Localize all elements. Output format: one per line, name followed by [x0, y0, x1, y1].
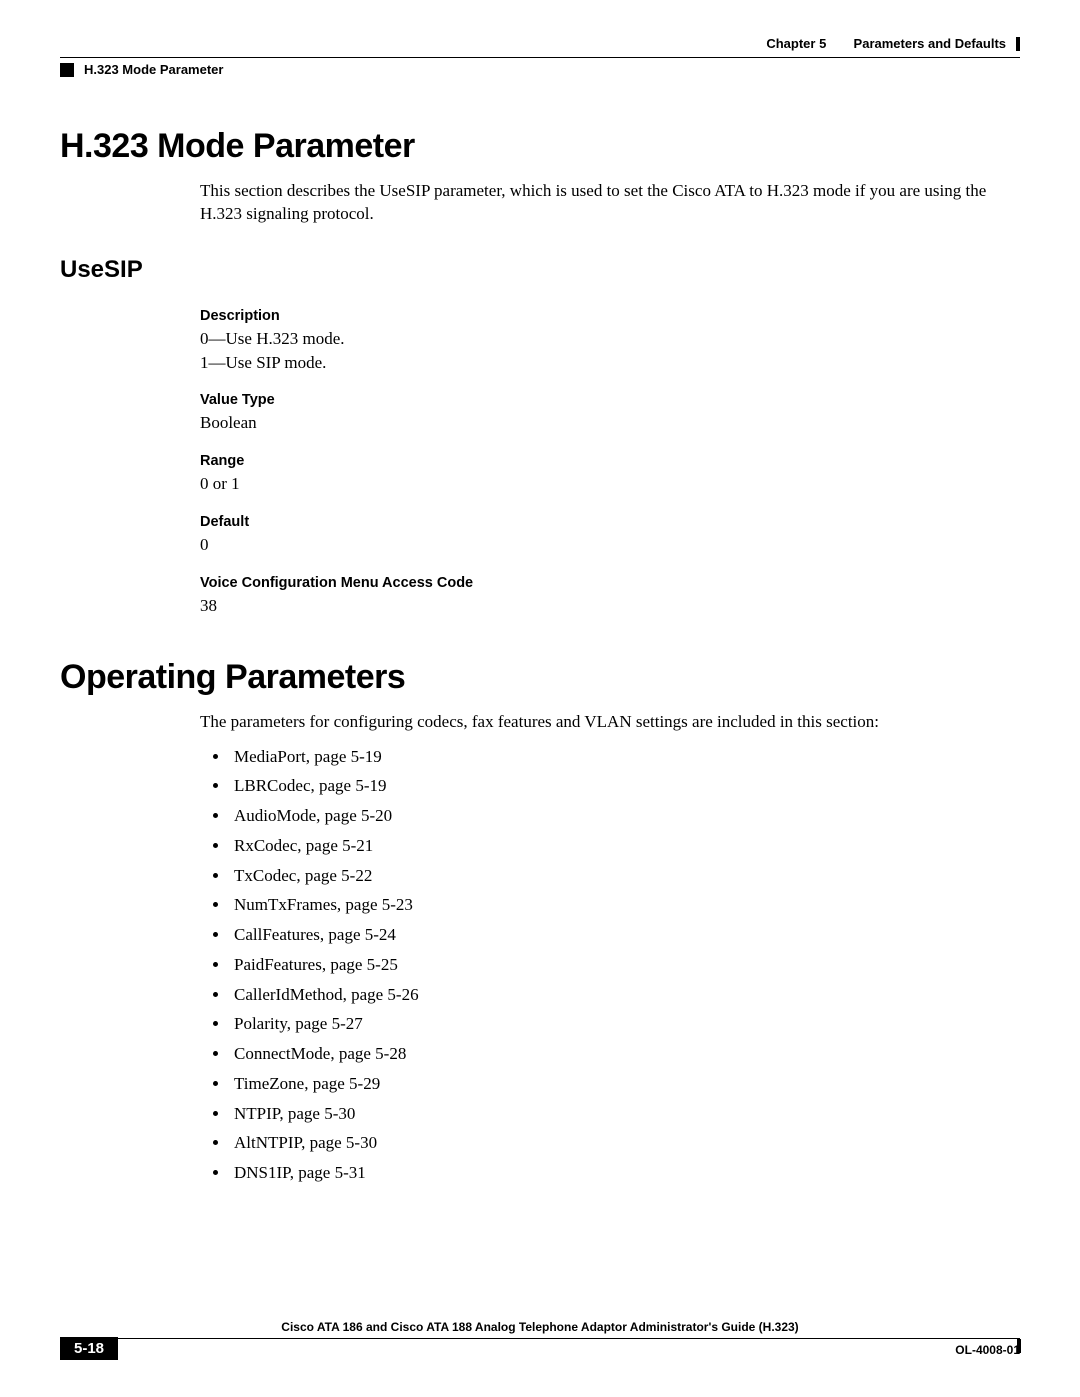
list-item: TimeZone, page 5-29: [230, 1069, 1020, 1099]
footer-rule: 5-18 OL-4008-01: [60, 1338, 1020, 1361]
list-item: PaidFeatures, page 5-25: [230, 950, 1020, 980]
section-intro: This section describes the UseSIP parame…: [60, 180, 1020, 226]
range-value: 0 or 1: [200, 472, 1020, 496]
voice-config-block: Voice Configuration Menu Access Code 38: [60, 575, 1020, 618]
parameter-list: MediaPort, page 5-19 LBRCodec, page 5-19…: [60, 742, 1020, 1188]
list-item: CallerIdMethod, page 5-26: [230, 980, 1020, 1010]
document-page: H.323 Mode Parameter Chapter 5 Parameter…: [0, 0, 1080, 1397]
description-label: Description: [200, 308, 1020, 324]
description-value-0: 0—Use H.323 mode.: [200, 327, 1020, 351]
header-title: Parameters and Defaults: [854, 36, 1006, 51]
header-chapter: Chapter 5: [766, 36, 826, 51]
description-block: Description 0—Use H.323 mode. 1—Use SIP …: [60, 308, 1020, 375]
list-item: NumTxFrames, page 5-23: [230, 890, 1020, 920]
subsection-heading-usesip: UseSIP: [60, 256, 1020, 284]
default-label: Default: [200, 514, 1020, 530]
marker-bar-icon: [1016, 37, 1020, 51]
list-item: TxCodec, page 5-22: [230, 861, 1020, 891]
page-body: H.323 Mode Parameter This section descri…: [60, 127, 1020, 1188]
section-heading-operating: Operating Parameters: [60, 658, 1020, 697]
operating-intro: The parameters for configuring codecs, f…: [60, 711, 1020, 734]
list-item: Polarity, page 5-27: [230, 1009, 1020, 1039]
marker-bar-icon: [1017, 1339, 1021, 1353]
value-type-block: Value Type Boolean: [60, 392, 1020, 435]
section-heading-h323: H.323 Mode Parameter: [60, 127, 1020, 166]
value-type-label: Value Type: [200, 392, 1020, 408]
footer-book-title: Cisco ATA 186 and Cisco ATA 188 Analog T…: [60, 1320, 1020, 1338]
default-value: 0: [200, 533, 1020, 557]
marker-square-icon: [60, 63, 74, 77]
document-id: OL-4008-01: [955, 1343, 1020, 1357]
running-header: H.323 Mode Parameter Chapter 5 Parameter…: [60, 36, 1020, 51]
voice-config-value: 38: [200, 594, 1020, 618]
default-block: Default 0: [60, 514, 1020, 557]
list-item: NTPIP, page 5-30: [230, 1099, 1020, 1129]
list-item: AudioMode, page 5-20: [230, 801, 1020, 831]
subheader-left: H.323 Mode Parameter: [60, 62, 223, 77]
header-rule: [60, 57, 1020, 58]
list-item: RxCodec, page 5-21: [230, 831, 1020, 861]
list-item: MediaPort, page 5-19: [230, 742, 1020, 772]
page-footer: Cisco ATA 186 and Cisco ATA 188 Analog T…: [60, 1320, 1020, 1361]
range-label: Range: [200, 453, 1020, 469]
description-value-1: 1—Use SIP mode.: [200, 351, 1020, 375]
list-item: CallFeatures, page 5-24: [230, 920, 1020, 950]
list-item: ConnectMode, page 5-28: [230, 1039, 1020, 1069]
range-block: Range 0 or 1: [60, 453, 1020, 496]
list-item: AltNTPIP, page 5-30: [230, 1128, 1020, 1158]
voice-config-label: Voice Configuration Menu Access Code: [200, 575, 1020, 591]
list-item: LBRCodec, page 5-19: [230, 771, 1020, 801]
running-subheader: H.323 Mode Parameter: [60, 62, 1020, 77]
list-item: DNS1IP, page 5-31: [230, 1158, 1020, 1188]
header-right: Chapter 5 Parameters and Defaults: [766, 36, 1020, 51]
value-type-value: Boolean: [200, 411, 1020, 435]
subheader-text: H.323 Mode Parameter: [84, 62, 223, 77]
page-number-badge: 5-18: [60, 1337, 118, 1360]
